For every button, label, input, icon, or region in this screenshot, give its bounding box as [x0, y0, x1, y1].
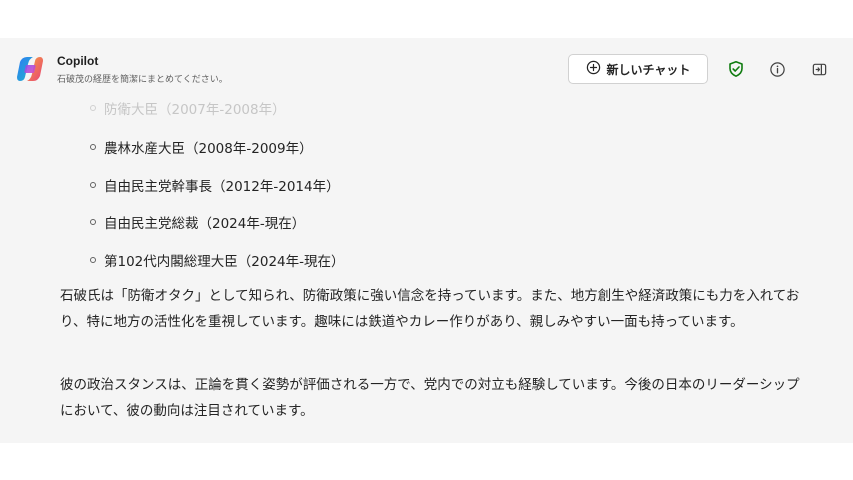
info-icon[interactable]	[766, 58, 788, 80]
conversation-title: 石破茂の経歴を簡潔にまとめてください。	[57, 75, 228, 85]
list-item: 防衛大臣（2007年-2008年）	[90, 98, 286, 118]
response-paragraph: 石破氏は「防衛オタク」として知られ、防衛政策に強い信念を持っています。また、地方…	[60, 288, 800, 330]
chat-header: Copilot 石破茂の経歴を簡潔にまとめてください。 新しいチャット	[0, 38, 853, 100]
list-item: 自由民主党幹事長（2012年-2014年）	[90, 175, 340, 195]
copilot-logo-icon	[14, 53, 46, 85]
new-chat-button[interactable]: 新しいチャット	[568, 54, 708, 84]
list-item: 自由民主党総裁（2024年-現在）	[90, 212, 305, 232]
list-item: 第102代内閣総理大臣（2024年-現在）	[90, 250, 345, 270]
copilot-chat-panel: 防衛大臣（2007年-2008年） 農林水産大臣（2008年-2009年） 自由…	[0, 38, 853, 443]
side-panel-icon[interactable]	[808, 58, 830, 80]
list-item: 農林水産大臣（2008年-2009年）	[90, 137, 313, 157]
shield-check-icon[interactable]	[725, 58, 747, 80]
plus-circle-icon	[586, 60, 601, 78]
app-title: Copilot	[57, 54, 99, 68]
new-chat-label: 新しいチャット	[606, 62, 691, 77]
response-paragraph: 彼の政治スタンスは、正論を貫く姿勢が評価される一方で、党内での対立も経験していま…	[60, 377, 800, 419]
